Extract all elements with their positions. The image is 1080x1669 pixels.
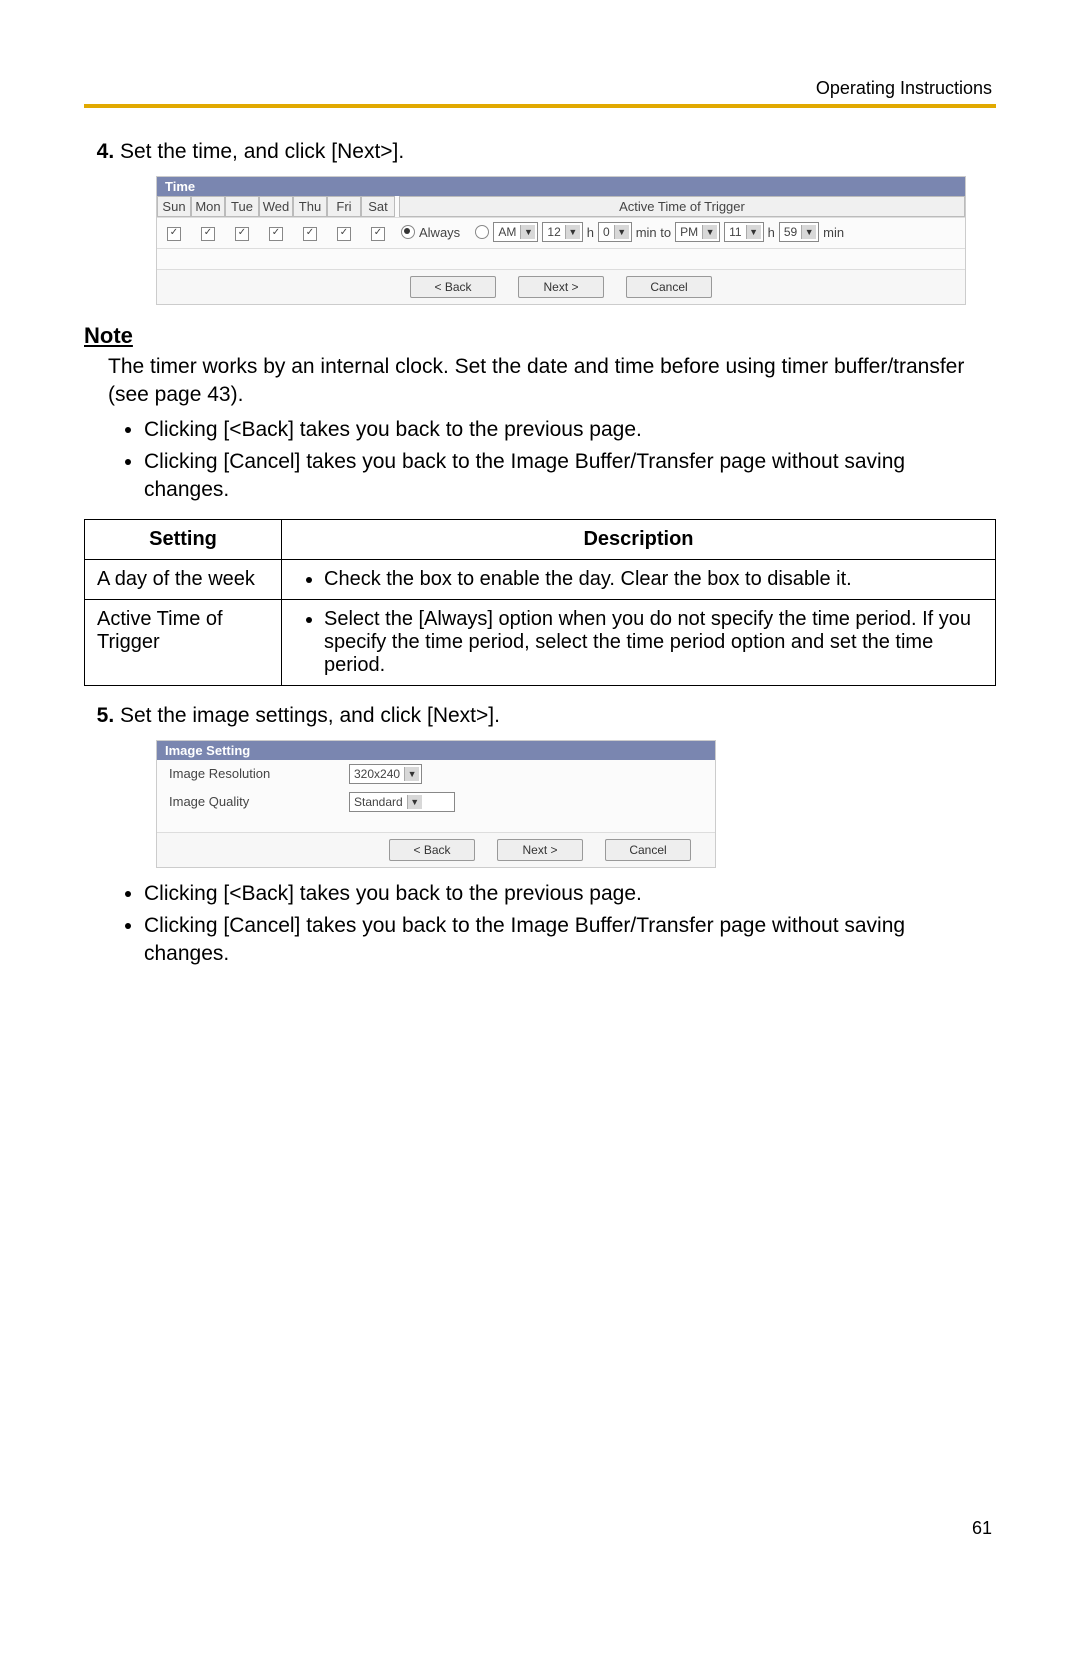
next-button[interactable]: Next > (518, 276, 604, 298)
chevron-down-icon: ▼ (565, 225, 580, 239)
day-header-wed: Wed (259, 196, 293, 217)
radio-always[interactable] (401, 225, 415, 239)
step-4-text: Set the time, and click [Next>]. (120, 140, 404, 163)
step5-bullet-2: Clicking [Cancel] takes you back to the … (144, 912, 996, 969)
label-min-to: min to (636, 225, 671, 240)
image-resolution-label: Image Resolution (169, 766, 349, 781)
dropdown-end-ampm[interactable]: PM▼ (675, 222, 720, 242)
day-header-fri: Fri (327, 196, 361, 217)
chevron-down-icon: ▼ (801, 225, 816, 239)
table-cell-desc-1: Check the box to enable the day. Clear t… (324, 568, 983, 591)
day-header-sun: Sun (157, 196, 191, 217)
step-5-text: Set the image settings, and click [Next>… (120, 704, 500, 727)
label-h: h (587, 225, 594, 240)
dropdown-start-ampm[interactable]: AM▼ (493, 222, 538, 242)
chevron-down-icon: ▼ (404, 767, 419, 781)
step5-bullet-1: Clicking [<Back] takes you back to the p… (144, 880, 996, 908)
time-panel: Time Sun Mon Tue Wed Thu Fri Sat Active … (156, 176, 966, 305)
back-button-2[interactable]: < Back (389, 839, 475, 861)
dropdown-start-min[interactable]: 0▼ (598, 222, 632, 242)
note-body: The timer works by an internal clock. Se… (108, 353, 996, 410)
checkbox-wed[interactable]: ✓ (269, 227, 283, 241)
day-header-sat: Sat (361, 196, 395, 217)
header-label: Operating Instructions (816, 78, 992, 99)
table-cell-setting-1: A day of the week (85, 559, 282, 599)
settings-th-description: Description (282, 519, 996, 559)
checkbox-thu[interactable]: ✓ (303, 227, 317, 241)
dropdown-end-hour[interactable]: 11▼ (724, 222, 763, 242)
label-min: min (823, 225, 844, 240)
back-button[interactable]: < Back (410, 276, 496, 298)
top-rule (84, 104, 996, 108)
settings-table: Setting Description A day of the week Ch… (84, 519, 996, 686)
active-time-header: Active Time of Trigger (399, 196, 965, 217)
chevron-down-icon: ▼ (746, 225, 761, 239)
note-bullet-2: Clicking [Cancel] takes you back to the … (144, 448, 996, 505)
table-row: A day of the week Check the box to enabl… (85, 559, 996, 599)
note-heading: Note (84, 323, 996, 349)
chevron-down-icon: ▼ (702, 225, 717, 239)
cancel-button[interactable]: Cancel (626, 276, 712, 298)
chevron-down-icon: ▼ (614, 225, 629, 239)
dropdown-end-min[interactable]: 59▼ (779, 222, 819, 242)
step-5: Set the image settings, and click [Next>… (120, 704, 996, 868)
checkbox-sun[interactable]: ✓ (167, 227, 181, 241)
next-button-2[interactable]: Next > (497, 839, 583, 861)
image-quality-label: Image Quality (169, 794, 349, 809)
checkbox-sat[interactable]: ✓ (371, 227, 385, 241)
settings-th-setting: Setting (85, 519, 282, 559)
table-row: Active Time of Trigger Select the [Alway… (85, 599, 996, 685)
radio-period[interactable] (475, 225, 489, 239)
label-h2: h (768, 225, 775, 240)
time-panel-title: Time (157, 177, 965, 196)
chevron-down-icon: ▼ (520, 225, 535, 239)
table-cell-setting-2: Active Time of Trigger (85, 599, 282, 685)
checkbox-fri[interactable]: ✓ (337, 227, 351, 241)
image-setting-title: Image Setting (157, 741, 715, 760)
day-header-thu: Thu (293, 196, 327, 217)
chevron-down-icon: ▼ (407, 795, 422, 809)
dropdown-image-quality[interactable]: Standard▼ (349, 792, 455, 812)
note-bullet-1: Clicking [<Back] takes you back to the p… (144, 416, 996, 444)
checkbox-tue[interactable]: ✓ (235, 227, 249, 241)
image-setting-panel: Image Setting Image Resolution 320x240▼ … (156, 740, 716, 868)
day-header-mon: Mon (191, 196, 225, 217)
day-header-tue: Tue (225, 196, 259, 217)
radio-always-label: Always (419, 225, 460, 240)
step-4: Set the time, and click [Next>]. Time Su… (120, 140, 996, 305)
cancel-button-2[interactable]: Cancel (605, 839, 691, 861)
table-cell-desc-2: Select the [Always] option when you do n… (324, 608, 983, 677)
dropdown-image-resolution[interactable]: 320x240▼ (349, 764, 422, 784)
checkbox-mon[interactable]: ✓ (201, 227, 215, 241)
page-number: 61 (972, 1518, 992, 1539)
dropdown-start-hour[interactable]: 12▼ (542, 222, 582, 242)
